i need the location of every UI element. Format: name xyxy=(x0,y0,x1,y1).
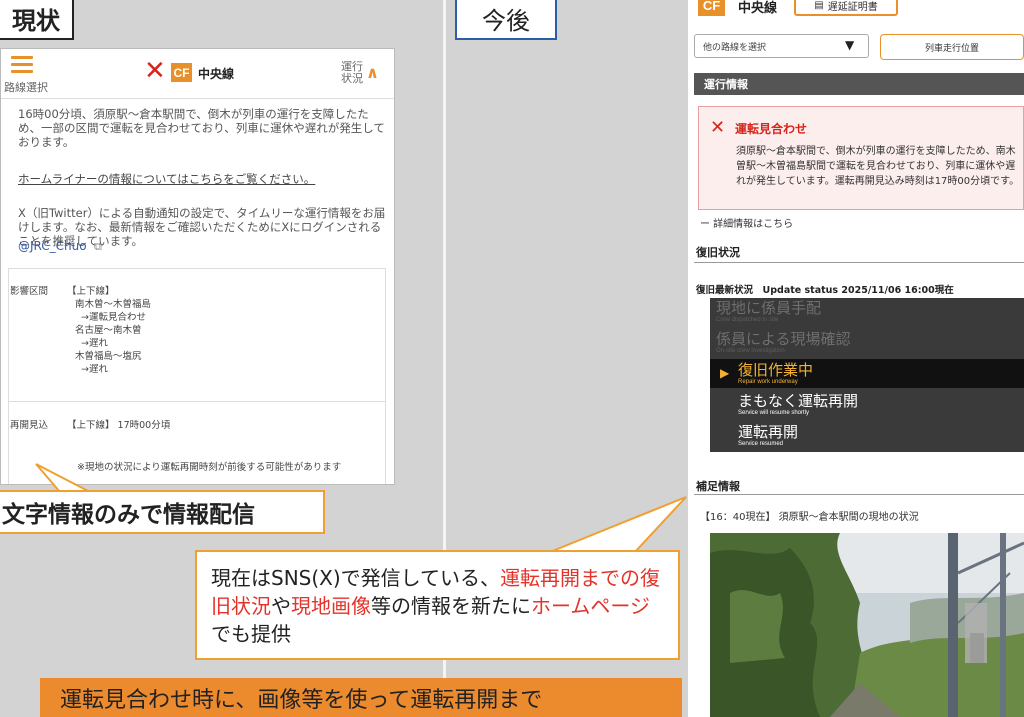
future-description-callout: 現在はSNS(X)で発信している、運転再開までの復旧状況や現地画像等の情報を新た… xyxy=(195,550,680,660)
section-underline xyxy=(694,262,1024,263)
delay-notice-text: 16時00分頃、須原駅～倉本駅間で、倒木が列車の運行を支障したため、一部の区間で… xyxy=(18,107,385,149)
x-handle-link[interactable]: @JRC_Chuo xyxy=(18,239,87,253)
update-status-text: 復旧最新状況 Update status 2025/11/06 16:00現在 xyxy=(696,285,954,296)
affected-line: →遅れ xyxy=(81,338,108,349)
recovery-step: 現地に係員手配 Crew dispatched to site xyxy=(716,300,1006,324)
current-label: 現状 xyxy=(0,0,74,40)
recovery-step: 係員による現場確認 On-site crew investigation xyxy=(716,331,1006,355)
homeliner-info-link[interactable]: ホームライナーの情報についてはこちらをご覧ください。 xyxy=(18,172,388,186)
step-label-jp: まもなく運転再開 xyxy=(738,392,859,410)
step-label-en: Service will resume shortly xyxy=(738,410,810,416)
hamburger-menu-icon[interactable] xyxy=(11,56,33,74)
alert-x-icon: ✕ xyxy=(710,117,726,138)
affected-line: →遅れ xyxy=(81,364,108,375)
recovery-step-active: 復旧作業中 Repair work underway xyxy=(738,362,1024,386)
supplementary-info-text: 【16：40現在】 須原駅～倉本駅間の現地の状況 xyxy=(700,512,919,523)
callout-text: でも提供 xyxy=(211,622,291,646)
affected-line: 名古屋～南木曽 xyxy=(75,325,142,336)
copy-icon[interactable]: ⧉ xyxy=(94,240,102,254)
close-x-icon: ✕ xyxy=(144,56,166,86)
callout-text: や xyxy=(271,594,291,618)
future-label: 今後 xyxy=(455,0,557,40)
affected-line: 【上下線】 xyxy=(67,286,115,297)
alert-title: 運転見合わせ xyxy=(735,122,808,136)
cf-logo: CF xyxy=(171,63,192,82)
bottom-summary-banner: 運転見合わせ時に、画像等を使って運転再開まで xyxy=(40,678,682,717)
resume-note: ※現地の状況により運転再開時刻が前後する可能性があります xyxy=(77,462,342,473)
operation-info-header: 運行情報 xyxy=(694,73,1024,95)
resume-label: 再開見込 xyxy=(10,420,49,431)
line-name: 中央線 xyxy=(198,67,235,81)
line-name: 中央線 xyxy=(738,1,778,16)
operation-status-toggle[interactable]: 運行 状況 xyxy=(341,61,363,85)
site-photo xyxy=(710,533,1024,717)
recovery-step: 運転再開 Service resumed xyxy=(738,424,1024,448)
callout-text: 等の情報を新たに xyxy=(371,594,531,618)
callout-tail xyxy=(549,496,687,554)
step-label-en: Service resumed xyxy=(738,441,784,447)
detail-info-link[interactable]: ー 詳細情報はこちら xyxy=(700,215,793,230)
recovery-status-title: 復旧状況 xyxy=(696,246,740,259)
delay-certificate-label: 遅延証明書 xyxy=(827,1,878,13)
step-label-en: Repair work underway xyxy=(738,379,798,385)
cf-logo: CF xyxy=(698,0,725,16)
recovery-step: まもなく運転再開 Service will resume shortly xyxy=(738,393,1024,417)
new-page-screenshot: CF 中央線 ▤ 遅延証明書 他の路線を選択 ▼ 列車走行位置 運行情報 ✕ 運… xyxy=(688,0,1024,717)
supplementary-info-title: 補足情報 xyxy=(696,480,740,493)
callout-highlight: 現地画像 xyxy=(291,594,371,618)
chevron-up-icon[interactable]: ∧ xyxy=(366,63,379,82)
step-label-jp: 現地に係員手配 xyxy=(716,299,822,317)
dropdown-arrow-icon[interactable]: ▼ xyxy=(845,38,854,52)
step-label-jp: 係員による現場確認 xyxy=(716,330,851,348)
route-select-label[interactable]: 路線選択 xyxy=(4,79,48,95)
route-select-dropdown[interactable]: 他の路線を選択 xyxy=(694,34,869,58)
alert-body: 須原駅～倉本駅間で、倒木が列車の運行を支障したため、南木曽駅～木曽福島駅間で運転… xyxy=(736,146,1020,187)
delay-certificate-button[interactable]: ▤ 遅延証明書 xyxy=(794,0,898,16)
resume-value: 【上下線】 17時00分頃 xyxy=(67,420,171,431)
current-step-arrow-icon: ▶ xyxy=(720,366,730,380)
affected-section-label: 影響区間 xyxy=(10,286,49,297)
text-only-callout: 文字情報のみで情報配信 xyxy=(0,490,325,534)
step-label-jp: 復旧作業中 xyxy=(738,361,814,379)
train-position-button[interactable]: 列車走行位置 xyxy=(880,34,1024,60)
certificate-icon: ▤ xyxy=(814,0,824,11)
affected-line: 木曽福島～塩尻 xyxy=(75,351,142,362)
callout-highlight: ホームページ xyxy=(531,594,650,618)
affected-line: →運転見合わせ xyxy=(81,312,146,323)
affected-line: 南木曽～木曽福島 xyxy=(75,299,152,310)
callout-text: 現在はSNS(X)で発信している、 xyxy=(211,566,501,590)
old-page-screenshot: 路線選択 ✕ CF 中央線 運行 状況 ∧ 16時00分頃、須原駅～倉本駅間で、… xyxy=(0,48,395,485)
section-underline xyxy=(694,494,1024,495)
step-label-en: Crew dispatched to site xyxy=(716,317,779,323)
affected-section-list: 【上下線】 南木曽～木曽福島 →運転見合わせ 名古屋～南木曽 →遅れ 木曽福島～… xyxy=(67,285,151,376)
step-label-en: On-site crew investigation xyxy=(716,348,785,354)
status-label-line2: 状況 xyxy=(341,72,363,85)
step-label-jp: 運転再開 xyxy=(738,423,799,441)
section-separator xyxy=(8,401,386,402)
affected-section-box xyxy=(8,268,386,484)
